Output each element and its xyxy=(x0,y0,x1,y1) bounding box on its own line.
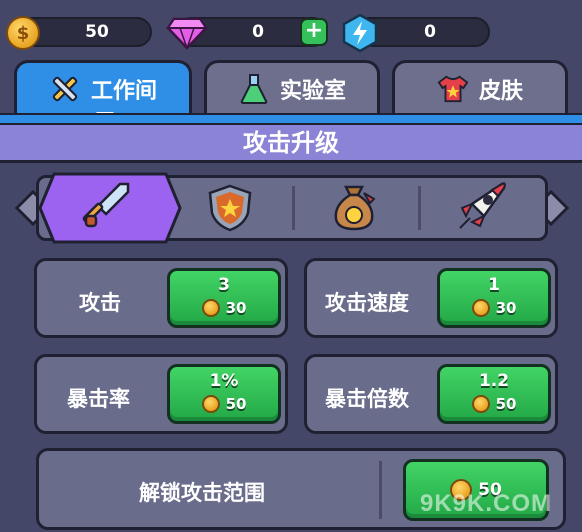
add-gems-button[interactable]: + xyxy=(300,18,328,46)
upgrade-crit-multiplier-button[interactable]: 1.2 50 xyxy=(437,364,551,424)
upgrade-attack-speed-button[interactable]: 1 30 xyxy=(437,268,551,328)
tab-skins[interactable]: 皮肤 xyxy=(392,60,568,114)
upgrade-card-attack-speed: 攻击速度 1 30 xyxy=(304,258,558,338)
tools-icon xyxy=(49,73,81,105)
gem-icon xyxy=(166,17,208,50)
upgrade-level: 3 xyxy=(218,275,230,295)
upgrade-level: 1.2 xyxy=(478,371,510,391)
upgrade-cost: 50 xyxy=(170,395,278,413)
unlock-divider xyxy=(379,461,382,519)
tab-workshop[interactable]: 工作间 xyxy=(14,60,192,114)
upgrade-label: 暴击率 xyxy=(67,387,130,411)
upgrade-cost: 30 xyxy=(440,299,548,317)
coin-icon xyxy=(471,299,490,317)
section-title: 攻击升级 xyxy=(0,123,582,163)
coin-icon: $ xyxy=(6,16,40,50)
upgrade-cost: 50 xyxy=(440,395,548,413)
upgrade-card-crit-rate: 暴击率 1% 50 xyxy=(34,354,288,434)
watermark: 9K9K.COM xyxy=(420,490,553,517)
tab-workshop-label: 工作间 xyxy=(90,78,157,104)
category-divider xyxy=(292,186,295,230)
flask-icon xyxy=(238,73,270,105)
upgrade-label: 暴击倍数 xyxy=(325,387,409,411)
category-divider xyxy=(418,186,421,230)
gem-amount: 0 xyxy=(252,22,264,42)
upgrade-crit-rate-button[interactable]: 1% 50 xyxy=(167,364,281,424)
money-bag-icon[interactable] xyxy=(328,181,380,233)
tab-laboratory[interactable]: 实验室 xyxy=(204,60,380,114)
coin-icon xyxy=(201,395,220,413)
upgrade-attack-button[interactable]: 3 30 xyxy=(167,268,281,328)
rocket-icon[interactable] xyxy=(454,178,510,234)
coin-amount: 50 xyxy=(85,22,109,42)
tab-underline xyxy=(0,113,582,123)
shirt-icon xyxy=(437,73,469,105)
upgrade-label: 攻击速度 xyxy=(325,291,409,315)
tab-skins-label: 皮肤 xyxy=(478,78,523,104)
coin-icon xyxy=(471,395,490,413)
coin-icon xyxy=(201,299,220,317)
shield-icon[interactable] xyxy=(206,183,254,233)
upgrade-cost: 30 xyxy=(170,299,278,317)
upgrade-label: 攻击 xyxy=(79,291,121,315)
lightning-icon xyxy=(342,13,378,53)
unlock-label: 解锁攻击范围 xyxy=(139,481,265,505)
energy-amount: 0 xyxy=(424,22,436,42)
upgrade-card-attack: 攻击 3 30 xyxy=(34,258,288,338)
tab-laboratory-label: 实验室 xyxy=(279,78,346,104)
upgrade-level: 1% xyxy=(209,371,239,391)
upgrade-level: 1 xyxy=(488,275,500,295)
upgrade-card-crit-multiplier: 暴击倍数 1.2 50 xyxy=(304,354,558,434)
sword-icon xyxy=(82,182,130,228)
